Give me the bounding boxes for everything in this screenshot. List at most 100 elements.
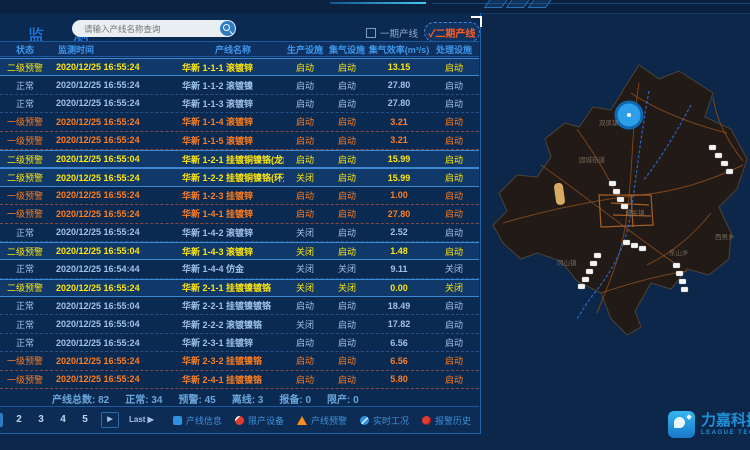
table-row[interactable]: 正常2020/12/25 16:55:24华新 1-1-2 滚镀镍启动启动27.… (0, 76, 479, 94)
cell-time: 2020/12/25 16:55:24 (50, 190, 168, 200)
cell-treat: 启动 (430, 153, 478, 166)
table-row[interactable]: 正常2020/12/25 16:55:24华新 2-3-1 挂镀锌启动启动6.5… (0, 334, 479, 352)
page-button[interactable]: 4 (57, 413, 69, 427)
next-page-button[interactable]: ▶ (101, 412, 119, 428)
cell-eff: 13.15 (368, 62, 430, 72)
cell-gas: 启动 (326, 299, 368, 312)
cell-eff: 9.11 (368, 264, 430, 274)
table-row[interactable]: 一级预警2020/12/25 16:55:24华新 2-4-1 挂镀镍铬启动启动… (0, 371, 479, 389)
cell-time: 2020/12/25 16:55:04 (50, 319, 168, 329)
cell-treat: 启动 (430, 207, 478, 220)
cell-name: 华新 1-4-2 滚镀锌 (168, 226, 284, 239)
checkbox-icon (366, 28, 376, 38)
brand-name-en: LEAGUE TECH (701, 430, 750, 436)
table-row[interactable]: 正常2020/12/25 16:55:04华新 2-2-2 滚镀镍铬关闭启动17… (0, 315, 479, 333)
cell-gas: 关闭 (326, 281, 368, 294)
cell-eff: 0.00 (368, 283, 430, 293)
cell-status: 正常 (0, 318, 50, 331)
cell-status: 一级预警 (0, 354, 50, 367)
legend-label: 产线预警 (311, 414, 347, 427)
cell-time: 2020/12/25 16:55:24 (50, 356, 168, 366)
column-header: 监测时间 (50, 43, 168, 56)
cell-gas: 启动 (326, 207, 368, 220)
table-row[interactable]: 一级预警2020/12/25 16:55:24华新 1-2-3 挂镀锌启动启动1… (0, 187, 479, 205)
legend-item-hist[interactable]: 报警历史 (422, 414, 471, 427)
cell-treat: 启动 (430, 318, 478, 331)
cell-gas: 启动 (326, 97, 368, 110)
summary-item: 预警: 45 (178, 391, 215, 406)
search-icon[interactable] (220, 21, 235, 36)
cell-eff: 2.52 (368, 227, 430, 237)
legend-label: 实时工况 (373, 414, 409, 427)
cell-prod: 启动 (284, 299, 326, 312)
cell-time: 2020/12/25 16:55:24 (50, 374, 168, 384)
table-row[interactable]: 一级预警2020/12/25 16:55:24华新 1-4-1 挂镀锌启动启动2… (0, 205, 479, 223)
cell-gas: 启动 (326, 354, 368, 367)
cell-treat: 关闭 (430, 281, 478, 294)
table-row[interactable]: 二级预警2020/12/25 16:55:24华新 1-1-1 滚镀锌启动启动1… (0, 58, 479, 76)
cell-name: 华新 1-1-1 滚镀锌 (168, 61, 284, 74)
table-row[interactable]: 正常2020/12/25 16:55:24华新 1-4-2 滚镀锌关闭启动2.5… (0, 224, 479, 242)
table-row[interactable]: 一级预警2020/12/25 16:55:24华新 1-1-5 滚镀锌启动启动3… (0, 132, 479, 150)
legend-item-limit[interactable]: 限产设备 (235, 414, 284, 427)
table-row[interactable]: 二级预警2020/12/25 16:55:24华新 1-2-2 挂镀铜镍铬(环形… (0, 168, 479, 186)
alarm-marker[interactable] (616, 102, 642, 128)
cell-eff: 27.80 (368, 209, 430, 219)
cell-prod: 关闭 (284, 171, 326, 184)
cell-time: 2020/12/25 16:55:24 (50, 338, 168, 348)
cell-gas: 启动 (326, 226, 368, 239)
cell-status: 二级预警 (0, 245, 50, 258)
footer-bar: 12345 ▶ Last ▶ 产线信息限产设备 产线预警 实时工况 报警历史 (0, 406, 479, 433)
cell-eff: 27.80 (368, 98, 430, 108)
table-row[interactable]: 正常2020/12/25 16:54:44华新 1-4-4 仿金关闭关闭9.11… (0, 260, 479, 278)
table-row[interactable]: 正常2020/12/25 16:55:24华新 1-1-3 滚镀锌启动启动27.… (0, 95, 479, 113)
cell-gas: 启动 (326, 171, 368, 184)
monitoring-panel: 监 测 一期产线 ✓二期产线 状态监测时间产线名称生产设施集气设施集气效率(m³… (0, 13, 481, 434)
summary-item: 限产: 0 (327, 391, 359, 406)
cell-time: 2020/12/25 16:55:24 (50, 117, 168, 127)
cell-status: 一级预警 (0, 373, 50, 386)
table-row[interactable]: 二级预警2020/12/25 16:55:04华新 1-4-3 滚镀锌关闭启动1… (0, 242, 479, 260)
legend-item-warn[interactable]: 产线预警 (297, 414, 347, 427)
search-input[interactable] (82, 23, 214, 35)
warn-icon (297, 416, 307, 425)
cell-treat: 启动 (430, 245, 478, 258)
brand-logo: 力嘉科技 LEAGUE TECH (668, 404, 750, 444)
column-header: 集气效率(m³/s) (368, 43, 430, 56)
cell-name: 华新 1-4-3 滚镀锌 (168, 245, 284, 258)
cell-gas: 启动 (326, 153, 368, 166)
cell-treat: 启动 (430, 189, 478, 202)
cell-prod: 启动 (284, 207, 326, 220)
legend-item-live[interactable]: 实时工况 (360, 414, 409, 427)
info-icon (173, 416, 182, 425)
table-row[interactable]: 二级预警2020/12/25 16:55:04华新 1-2-1 挂镀铜镍铬(龙门… (0, 150, 479, 168)
decor-cyan-line (330, 2, 426, 4)
district-map[interactable]: 双凤镇 固城街道 城关镇 西吴乡 东山乡 冈山镇 (481, 13, 750, 434)
table-row[interactable]: 一级预警2020/12/25 16:55:24华新 2-3-2 挂镀镍铬启动启动… (0, 352, 479, 370)
cell-time: 2020/12/25 16:55:24 (50, 209, 168, 219)
cell-treat: 启动 (430, 134, 478, 147)
page-button[interactable]: 1 (0, 413, 3, 427)
table-row[interactable]: 二级预警2020/12/25 16:55:24华新 2-1-1 挂镀镍镀铬关闭关… (0, 279, 479, 297)
table-row[interactable]: 一级预警2020/12/25 16:55:24华新 1-1-4 滚镀锌启动启动3… (0, 113, 479, 131)
cell-time: 2020/12/25 16:55:24 (50, 135, 168, 145)
table-row[interactable]: 正常2020/12/25 16:55:04华新 2-2-1 挂镀镍镀铬启动启动1… (0, 297, 479, 315)
column-header: 集气设施 (326, 43, 368, 56)
legend-label: 报警历史 (435, 414, 471, 427)
last-page-button[interactable]: Last ▶ (129, 413, 154, 427)
cell-prod: 关闭 (284, 245, 326, 258)
cell-name: 华新 1-4-1 挂镀锌 (168, 207, 284, 220)
phase1-checkbox[interactable]: 一期产线 (366, 26, 418, 40)
page-button[interactable]: 2 (13, 413, 25, 427)
cell-time: 2020/12/25 16:55:24 (50, 283, 168, 293)
cell-time: 2020/12/25 16:55:04 (50, 154, 168, 164)
legend-item-info[interactable]: 产线信息 (173, 414, 222, 427)
cell-treat: 启动 (430, 171, 478, 184)
cell-status: 正常 (0, 336, 50, 349)
cell-eff: 1.00 (368, 190, 430, 200)
cell-time: 2020/12/25 16:54:44 (50, 264, 168, 274)
summary-item: 离线: 3 (232, 391, 264, 406)
cell-gas: 启动 (326, 115, 368, 128)
page-button[interactable]: 5 (79, 413, 91, 427)
page-button[interactable]: 3 (35, 413, 47, 427)
